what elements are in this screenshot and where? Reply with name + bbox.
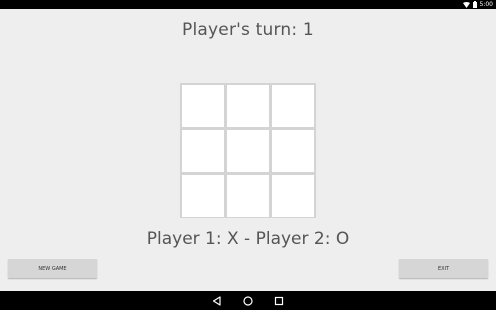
wifi-icon <box>462 1 470 8</box>
board-cell[interactable] <box>272 85 314 127</box>
back-icon[interactable] <box>210 294 224 308</box>
board-cell[interactable] <box>227 85 269 127</box>
game-board <box>180 83 316 218</box>
board-cell[interactable] <box>227 175 269 217</box>
recents-icon[interactable] <box>272 294 286 308</box>
home-icon[interactable] <box>241 294 255 308</box>
board-cell[interactable] <box>227 130 269 172</box>
board-cell[interactable] <box>272 175 314 217</box>
status-icons: 5:00 <box>462 0 493 9</box>
status-time: 5:00 <box>479 1 493 8</box>
status-bar: 5:00 <box>0 0 496 9</box>
board-cell[interactable] <box>182 130 224 172</box>
navigation-bar <box>0 291 496 310</box>
board-cell[interactable] <box>182 85 224 127</box>
battery-icon <box>472 1 477 8</box>
players-label: Player 1: X - Player 2: O <box>146 229 350 249</box>
board-cell[interactable] <box>182 175 224 217</box>
turn-label: Player's turn: 1 <box>182 20 314 40</box>
board-cell[interactable] <box>272 130 314 172</box>
new-game-button[interactable]: NEW GAME <box>8 259 97 278</box>
exit-button[interactable]: EXIT <box>399 259 488 278</box>
